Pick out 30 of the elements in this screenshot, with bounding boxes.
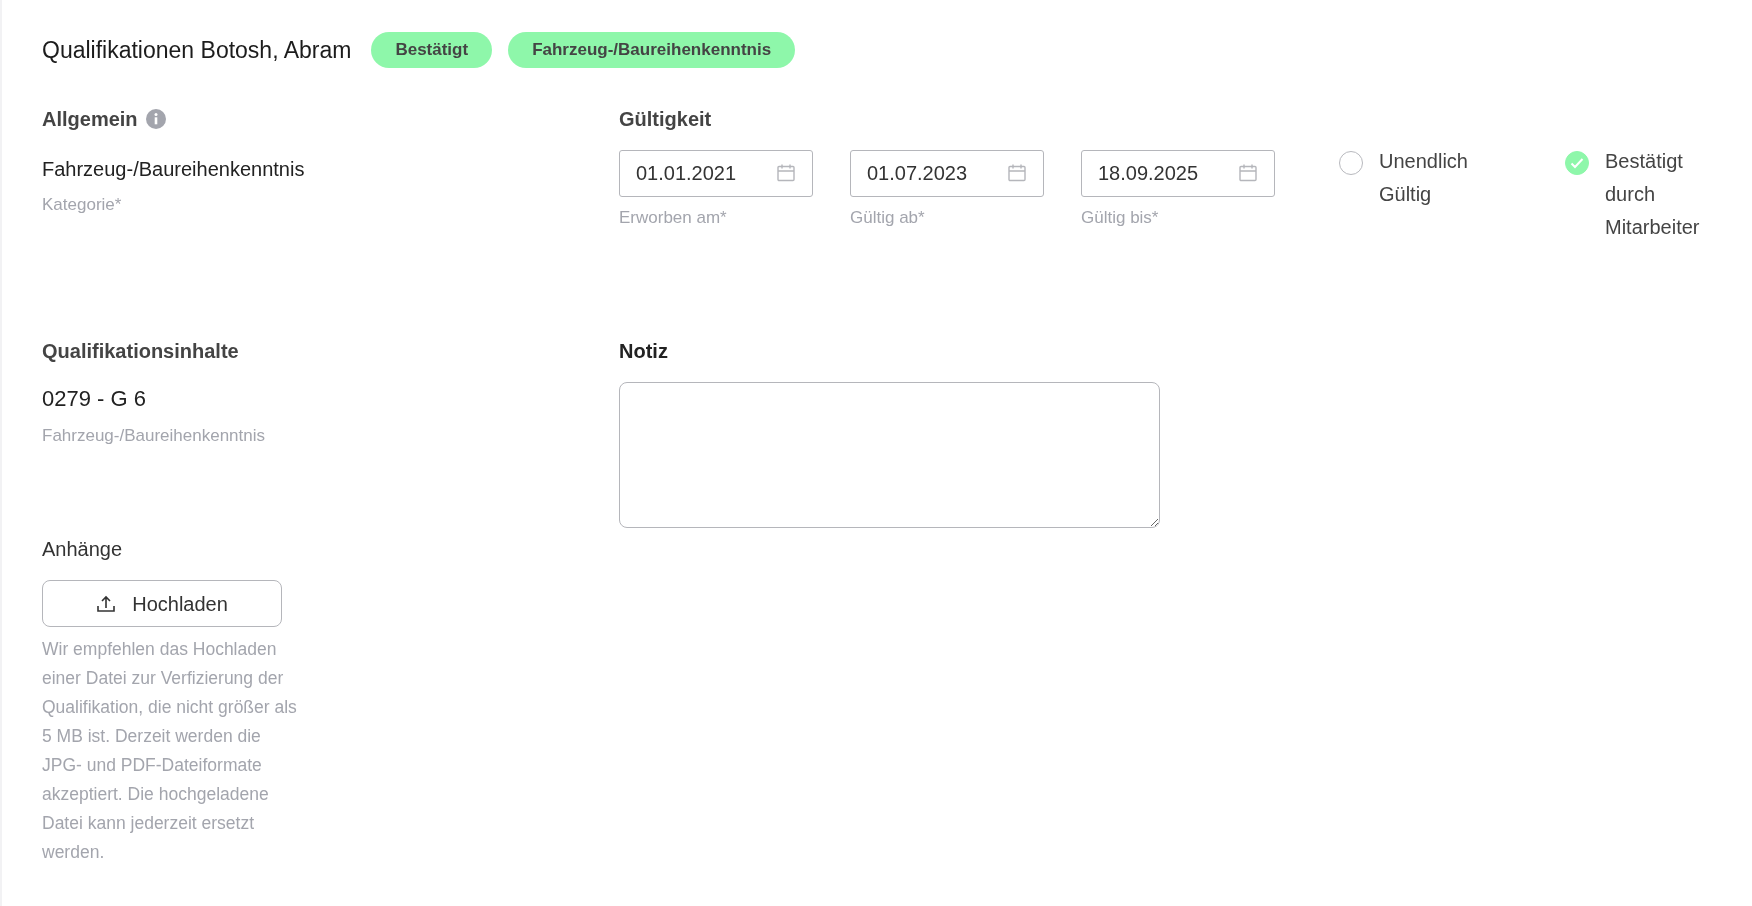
upload-icon	[96, 594, 117, 613]
date-field[interactable]: 18.09.2025	[1081, 149, 1275, 197]
content-value: 0279 - G 6	[42, 384, 147, 413]
info-icon	[145, 108, 166, 129]
section-heading: Gültigkeit	[619, 106, 713, 132]
section-heading: Allgemein	[42, 106, 138, 132]
status-badge: Fahrzeug-/Baureihenkenntnis	[508, 32, 796, 68]
content-label: Fahrzeug-/Baureihenkenntnis	[42, 424, 267, 447]
attachments-label: Anhänge	[42, 537, 124, 562]
date-label: Gültig bis*	[1081, 206, 1160, 229]
checkbox-label: Bestätigt durch Mitarbeiter	[1605, 148, 1700, 240]
status-badge: Bestätigt	[371, 32, 493, 68]
date-field[interactable]: 01.01.2021	[619, 149, 813, 197]
upload-button[interactable]: Hochladen	[42, 580, 282, 627]
help-text: Wir empfehlen das Hochladen einer Datei zur Verfizierung der Qualifikation, die nicht größer als 5 MB ist. Derzeit werden die JPG- und PDF-Dateiformate akzeptiert. Die hochgeladene Datei kann jederzeit ersetzt werden.	[42, 638, 298, 864]
category-value: Fahrzeug-/Baureihenkenntnis	[42, 156, 306, 182]
check-icon	[1570, 156, 1584, 169]
category-label: Kategorie*	[42, 193, 123, 216]
date-label: Gültig ab*	[850, 206, 926, 229]
date-label: Erworben am*	[619, 206, 728, 229]
calendar-icon	[776, 163, 796, 183]
note-field[interactable]	[619, 381, 1160, 528]
section-heading: Notiz	[619, 338, 669, 364]
page-title: Qualifikationen Botosh, Abram	[42, 35, 352, 65]
date-field[interactable]: 01.07.2023	[850, 149, 1044, 197]
section-heading: Qualifikationsinhalte	[42, 338, 240, 364]
checkbox[interactable]	[1565, 150, 1589, 175]
calendar-icon	[1238, 163, 1258, 183]
checkbox-label: Unendlich Gültig	[1379, 148, 1468, 207]
calendar-icon	[1007, 163, 1027, 183]
